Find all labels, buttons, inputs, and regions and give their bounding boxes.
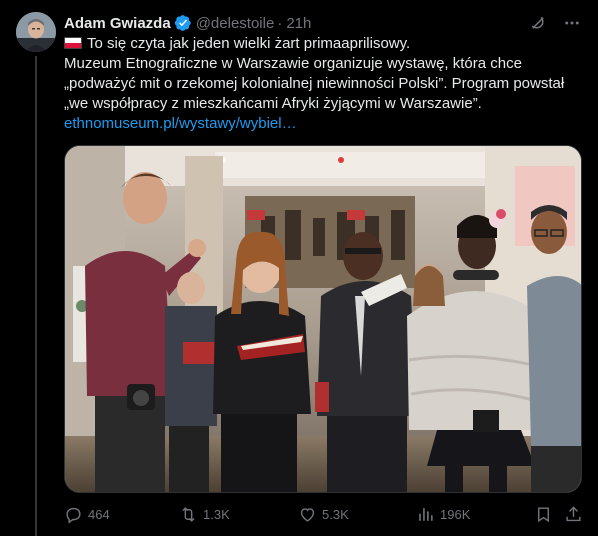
header-actions bbox=[528, 13, 582, 33]
share-icon bbox=[566, 505, 581, 521]
tweet-paragraph: Muzeum Etnograficzne w Warszawie organiz… bbox=[64, 55, 565, 112]
tweet-header: Adam Gwiazda @delestoile · 21h bbox=[64, 12, 582, 34]
avatar[interactable] bbox=[16, 12, 56, 52]
view-count: 196K bbox=[440, 506, 471, 522]
action-bar: 464 1.3K 5.3K 196K bbox=[64, 502, 586, 526]
heart-icon bbox=[300, 507, 315, 522]
tweet-text: To się czyta jak jeden wielki żart prima… bbox=[64, 34, 582, 134]
display-name[interactable]: Adam Gwiazda bbox=[64, 15, 171, 32]
views-button[interactable]: 196K bbox=[416, 505, 470, 524]
reply-icon bbox=[66, 507, 81, 524]
tweet-photo[interactable] bbox=[64, 145, 582, 493]
verified-badge-icon bbox=[174, 14, 192, 32]
reply-button[interactable]: 464 bbox=[64, 505, 110, 524]
share-button[interactable] bbox=[564, 505, 588, 524]
more-dots-icon[interactable] bbox=[562, 13, 582, 33]
bookmark-icon bbox=[538, 506, 549, 522]
tweet-card[interactable]: Adam Gwiazda @delestoile · 21h To się cz… bbox=[0, 0, 598, 536]
tweet-first-line: To się czyta jak jeden wielki żart prima… bbox=[64, 34, 582, 54]
handle[interactable]: @delestoile bbox=[196, 15, 275, 32]
tweet-link[interactable]: ethnomuseum.pl/wystawy/wybiel… bbox=[64, 115, 297, 132]
retweet-icon bbox=[182, 506, 195, 522]
views-chart-icon bbox=[419, 507, 433, 521]
poland-flag-icon bbox=[64, 37, 82, 49]
reply-count: 464 bbox=[88, 506, 110, 522]
thread-line bbox=[35, 56, 37, 536]
retweet-button[interactable]: 1.3K bbox=[179, 505, 230, 524]
timestamp[interactable]: 21h bbox=[286, 15, 311, 32]
tweet-line-1: To się czyta jak jeden wielki żart prima… bbox=[87, 35, 411, 52]
retweet-count: 1.3K bbox=[203, 506, 230, 522]
bookmark-button[interactable] bbox=[534, 505, 558, 524]
like-count: 5.3K bbox=[322, 506, 349, 522]
like-button[interactable]: 5.3K bbox=[298, 505, 349, 524]
separator-dot: · bbox=[277, 14, 283, 32]
grok-icon[interactable] bbox=[528, 13, 548, 33]
